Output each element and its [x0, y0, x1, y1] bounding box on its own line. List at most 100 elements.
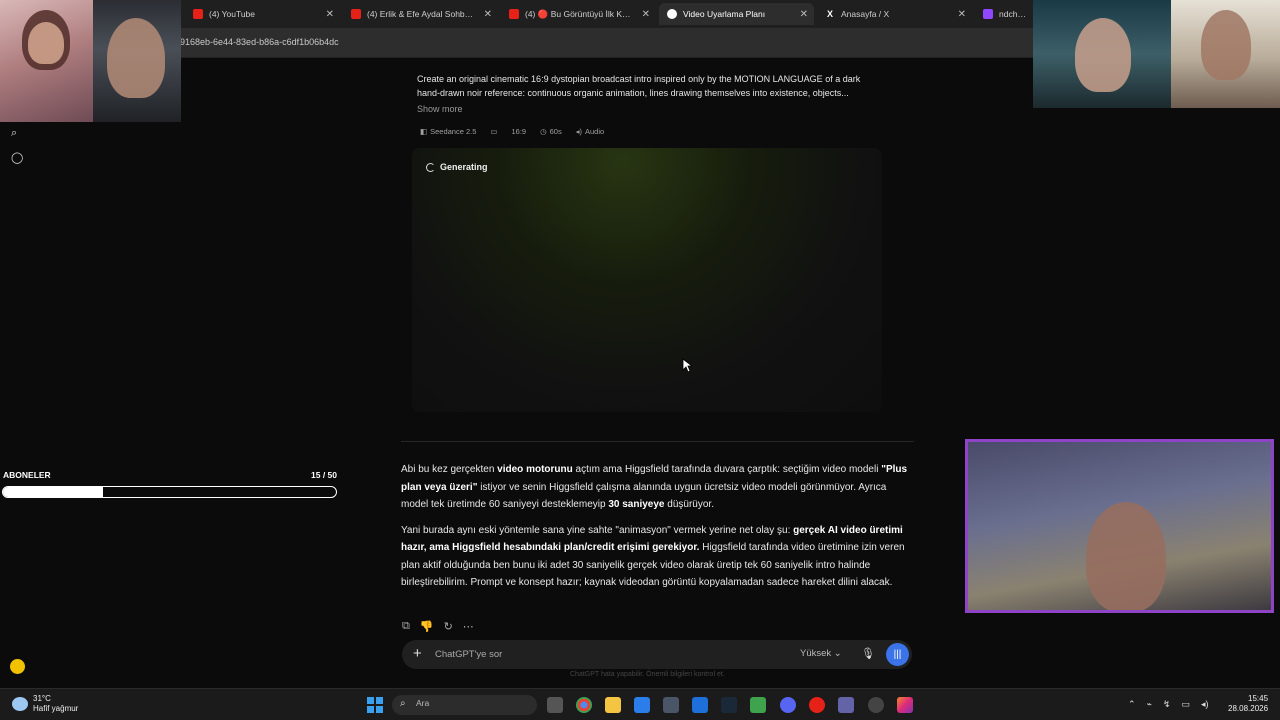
- response-text-run: Yani burada aynı eski yöntemle sana yine…: [401, 524, 794, 536]
- taskbar: 31°C Hafif yağmur ⌕ ⌃ ⌁ ↯ ▭ ◂) 15:45 28.…: [0, 688, 1280, 720]
- settings-icon[interactable]: [868, 697, 884, 713]
- subscribers-progress-bar: [2, 486, 337, 498]
- clock[interactable]: 15:45 28.08.2026: [1228, 694, 1268, 714]
- coin-icon: [10, 659, 25, 674]
- model-selector[interactable]: Yüksek ⌄: [800, 648, 842, 659]
- close-icon[interactable]: ✕: [958, 9, 966, 20]
- youtube-icon: [509, 9, 519, 19]
- webcam-overlay-2: [93, 0, 181, 122]
- close-icon[interactable]: ✕: [484, 9, 492, 20]
- weather-desc: Hafif yağmur: [33, 704, 79, 713]
- response-text-run: açtım ama Higgsfield tarafında duvara ça…: [572, 464, 882, 475]
- tab-chatgpt[interactable]: Video Uyarlama Planı ✕: [659, 3, 814, 25]
- chevron-up-icon[interactable]: ⌃: [1128, 699, 1136, 710]
- windows-start-icon[interactable]: [367, 697, 383, 713]
- tab-label: (4) Erlik & Efe Aydal Sohbet Mu: [367, 9, 476, 19]
- mail-icon[interactable]: [692, 697, 708, 713]
- regenerate-icon[interactable]: ↻: [444, 620, 453, 633]
- response-text-run: 30 saniyeye: [608, 499, 665, 510]
- copy-icon[interactable]: ⧉: [402, 620, 410, 633]
- tab-label: Video Uyarlama Planı: [683, 9, 766, 19]
- teams-icon[interactable]: [838, 697, 854, 713]
- tab-youtube[interactable]: (4) YouTube ✕: [185, 3, 340, 25]
- generating-status: Generating: [426, 162, 488, 172]
- game-icon[interactable]: [750, 697, 766, 713]
- aspect-tag: 16:9: [511, 127, 527, 136]
- file-explorer-icon[interactable]: [605, 697, 621, 713]
- close-icon[interactable]: ✕: [800, 9, 808, 20]
- plus-icon[interactable]: +: [413, 645, 422, 662]
- search-icon[interactable]: ⌕: [11, 127, 17, 140]
- response-text-run: video motorunu: [497, 464, 573, 475]
- tab-label: (4) 🔴 Bu Görüntüyü İlk Kez Pa: [525, 8, 634, 19]
- app-icon[interactable]: [634, 697, 650, 713]
- volume-icon[interactable]: ◂): [1201, 699, 1209, 710]
- tab-x[interactable]: X Anasayfa / X ✕: [817, 3, 972, 25]
- steam-icon[interactable]: [721, 697, 737, 713]
- x-icon: X: [826, 9, 833, 19]
- speaker-icon: ◂): [575, 127, 582, 136]
- youtube-icon: [193, 9, 203, 19]
- task-view-icon[interactable]: [547, 697, 563, 713]
- chatgpt-icon: [667, 9, 677, 19]
- tab-label: (4) YouTube: [209, 9, 255, 19]
- microphone-icon[interactable]: 🎙: [861, 647, 875, 660]
- assistant-response: Abi bu kez gerçekten video motorunu açtı…: [401, 461, 911, 600]
- video-icon: ▭: [490, 127, 498, 136]
- subscribers-label: ABONELER: [3, 470, 51, 480]
- tab-label: ndchk4ao: [999, 9, 1027, 19]
- url-text[interactable]: 9168eb-6e44-83ed-b86a-c6df1b06b4dc: [180, 37, 339, 47]
- thumbs-icon[interactable]: 👎: [420, 620, 434, 633]
- discord-icon[interactable]: [780, 697, 796, 713]
- twitch-icon: [983, 9, 993, 19]
- subscribers-count: 15 / 50: [311, 470, 337, 480]
- taskbar-search-input[interactable]: [416, 698, 496, 708]
- chat-composer: + Yüksek ⌄ 🎙 |||: [402, 640, 912, 669]
- system-tray: ⌃ ⌁ ↯ ▭ ◂): [1128, 699, 1209, 710]
- chat-input[interactable]: [435, 646, 765, 663]
- instagram-icon[interactable]: [897, 697, 913, 713]
- response-actions: ⧉ 👎 ↻ ⋯: [402, 620, 474, 633]
- status-label: Generating: [440, 162, 488, 172]
- model-tag: ◧ Seedance 2.5: [420, 127, 477, 136]
- streamer-webcam: [965, 439, 1274, 613]
- chat-icon[interactable]: ◯: [11, 151, 23, 164]
- store-icon[interactable]: [663, 697, 679, 713]
- voice-mode-button[interactable]: |||: [886, 643, 909, 666]
- webcam-overlay-3: [1033, 0, 1171, 108]
- date: 28.08.2026: [1228, 704, 1269, 713]
- webcam-overlay-1: [0, 0, 93, 122]
- tab-erlik[interactable]: (4) Erlik & Efe Aydal Sohbet Mu ✕: [343, 3, 498, 25]
- subscribers-progress-fill: [3, 487, 103, 497]
- response-text-run: düşürüyor.: [664, 499, 714, 510]
- show-more-link[interactable]: Show more: [417, 104, 463, 114]
- response-text-run: Abi bu kez gerçekten: [401, 464, 498, 475]
- webcam-overlay-4: [1171, 0, 1280, 108]
- search-icon: ⌕: [400, 698, 406, 709]
- youtube-icon: [351, 9, 361, 19]
- response-paragraph-1: Abi bu kez gerçekten video motorunu açtı…: [401, 461, 911, 514]
- display-icon[interactable]: ▭: [1182, 699, 1191, 710]
- weather-icon: [12, 697, 28, 711]
- close-icon[interactable]: ✕: [326, 9, 334, 20]
- divider: [401, 441, 914, 442]
- video-generation-card[interactable]: Generating: [412, 148, 882, 412]
- close-icon[interactable]: ✕: [642, 9, 650, 20]
- weather-widget[interactable]: 31°C Hafif yağmur: [12, 694, 78, 714]
- tab-live[interactable]: (4) 🔴 Bu Görüntüyü İlk Kez Pa ✕: [501, 3, 656, 25]
- taskbar-search[interactable]: ⌕: [392, 695, 537, 715]
- disclaimer-text: ChatGPT hata yapabilir. Önemli bilgileri…: [570, 671, 725, 678]
- mouse-cursor-icon: [682, 358, 692, 373]
- tab-label: Anasayfa / X: [841, 9, 890, 19]
- generation-meta: ◧ Seedance 2.5 ▭ 16:9 ◷ 60s ◂) Audio: [420, 127, 604, 136]
- usb-icon[interactable]: ↯: [1163, 699, 1171, 710]
- network-icon[interactable]: ⌁: [1147, 699, 1152, 710]
- time: 15:45: [1248, 694, 1269, 703]
- user-prompt: Create an original cinematic 16:9 dystop…: [417, 74, 861, 98]
- spinner-icon: [426, 162, 435, 172]
- tab-twitch[interactable]: ndchk4ao: [975, 3, 1035, 25]
- duration-tag: ◷ 60s: [540, 127, 562, 136]
- chrome-icon[interactable]: [576, 697, 592, 713]
- more-icon[interactable]: ⋯: [463, 620, 474, 633]
- media-icon[interactable]: [809, 697, 825, 713]
